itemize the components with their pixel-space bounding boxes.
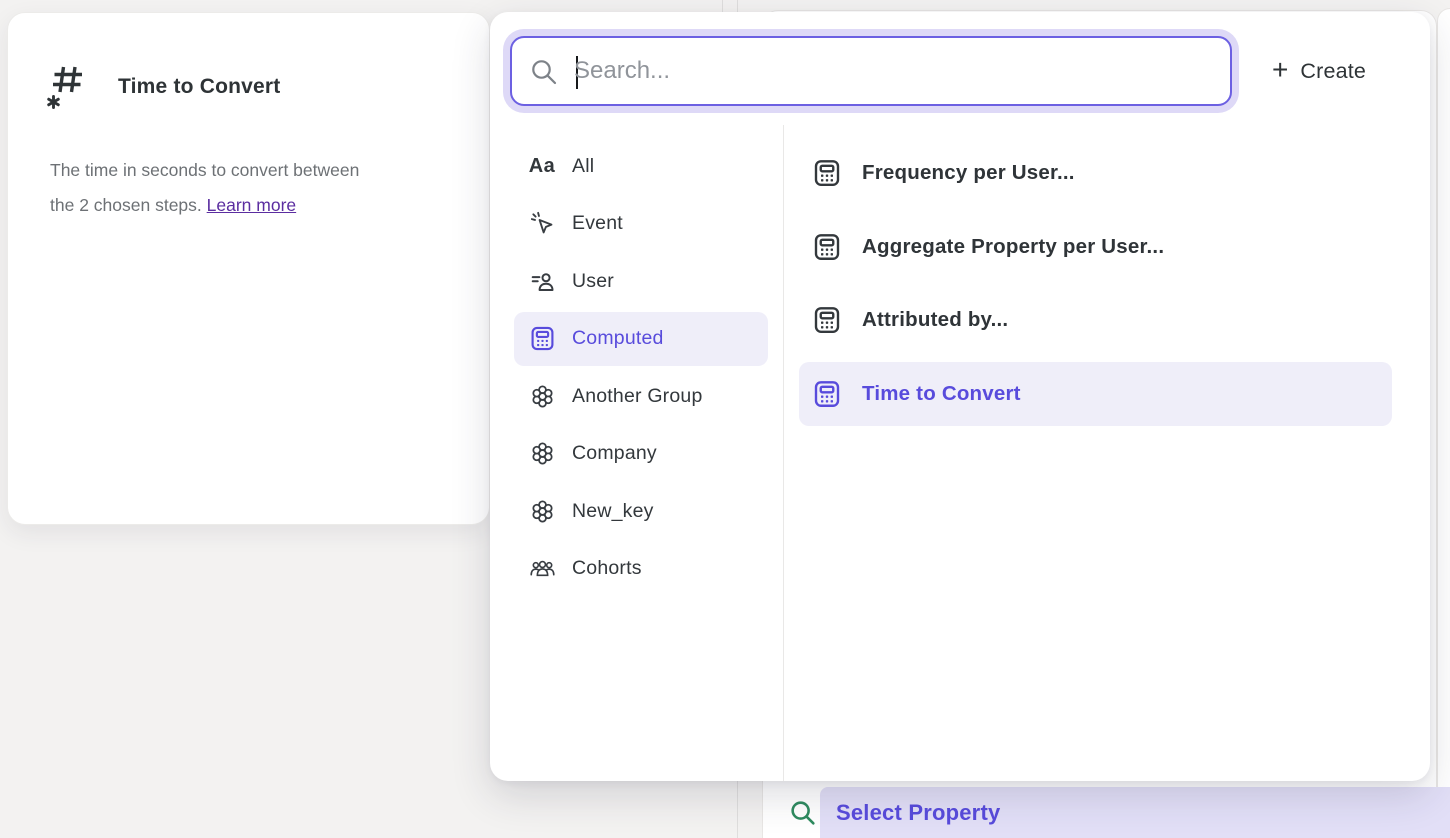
numeric-hash-icon <box>46 61 90 113</box>
select-property-label[interactable]: Select Property <box>836 787 1000 838</box>
search-input[interactable] <box>574 40 1214 102</box>
tooltip-card: Time to Convert The time in seconds to c… <box>7 12 490 525</box>
category-event[interactable]: Event <box>514 197 768 251</box>
category-new-key[interactable]: New_key <box>514 484 768 538</box>
category-user[interactable]: User <box>514 254 768 308</box>
user-profile-icon <box>528 267 556 295</box>
group-cluster-icon <box>528 440 556 468</box>
create-button[interactable]: + Create <box>1266 36 1372 106</box>
category-all[interactable]: Aa All <box>514 139 768 193</box>
create-button-label: Create <box>1300 59 1366 84</box>
calculator-icon <box>812 158 842 188</box>
item-frequency-per-user[interactable]: Frequency per User... <box>799 141 1392 205</box>
category-cohorts[interactable]: Cohorts <box>514 542 768 596</box>
cohorts-people-icon <box>528 555 556 583</box>
calculator-icon <box>528 325 556 353</box>
search-field[interactable] <box>510 36 1232 106</box>
group-cluster-icon <box>528 497 556 525</box>
category-computed[interactable]: Computed <box>514 312 768 366</box>
item-aggregate-property-per-user[interactable]: Aggregate Property per User... <box>799 215 1392 279</box>
background-panel-divider <box>722 0 723 12</box>
calculator-icon <box>812 379 842 409</box>
learn-more-link[interactable]: Learn more <box>207 195 297 215</box>
event-click-icon <box>528 210 556 238</box>
aa-icon: Aa <box>528 152 556 180</box>
group-cluster-icon <box>528 382 556 410</box>
tooltip-title: Time to Convert <box>118 61 280 113</box>
plus-icon: + <box>1272 56 1288 84</box>
tooltip-description-line2: the 2 chosen steps. <box>50 195 202 215</box>
search-icon <box>529 57 559 87</box>
property-picker-dropdown: + Create Aa All Event User <box>490 12 1430 781</box>
tooltip-description: The time in seconds to convert between t… <box>50 153 455 223</box>
item-attributed-by[interactable]: Attributed by... <box>799 288 1392 352</box>
background-right-panel <box>1437 8 1450 838</box>
column-divider <box>783 125 784 781</box>
tooltip-description-line1: The time in seconds to convert between <box>50 160 359 180</box>
category-another-group[interactable]: Another Group <box>514 369 768 423</box>
item-time-to-convert[interactable]: Time to Convert <box>799 362 1392 426</box>
green-search-icon <box>789 799 817 827</box>
calculator-icon <box>812 305 842 335</box>
category-company[interactable]: Company <box>514 427 768 481</box>
calculator-icon <box>812 232 842 262</box>
